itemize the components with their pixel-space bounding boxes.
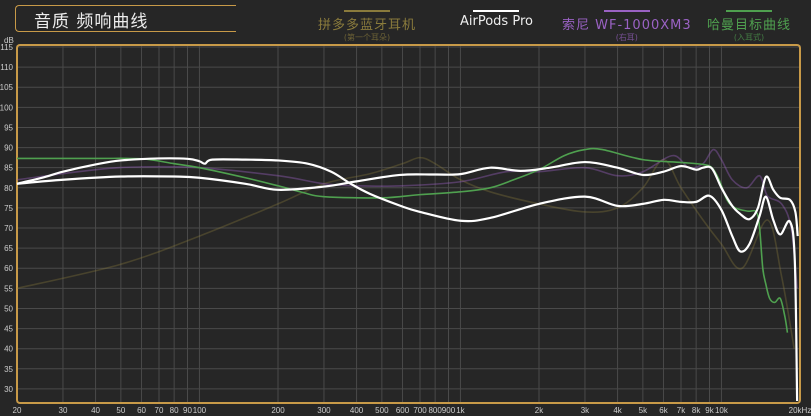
x-tick-label: 10k	[715, 406, 729, 415]
x-tick-label: 2k	[535, 406, 544, 415]
y-tick-label: 85	[4, 164, 13, 173]
y-tick-label: 105	[0, 83, 14, 92]
x-tick-label: 3k	[581, 406, 590, 415]
x-tick-label: 900	[442, 406, 456, 415]
x-tick-label: 80	[170, 406, 179, 415]
x-tick-label: 50	[116, 406, 125, 415]
x-tick-label: 20	[13, 406, 22, 415]
x-tick-label: 200	[271, 406, 285, 415]
x-tick-label: 1k	[456, 406, 465, 415]
y-unit-label: dB	[4, 36, 14, 45]
x-tick-label: 6k	[659, 406, 668, 415]
x-tick-label: 300	[317, 406, 331, 415]
x-tick-label: 70	[155, 406, 164, 415]
x-tick-label: 500	[375, 406, 389, 415]
x-tick-label: 400	[350, 406, 364, 415]
y-tick-label: 40	[4, 345, 13, 354]
x-tick-label: 20kHz	[789, 406, 811, 415]
x-tick-label: 600	[396, 406, 410, 415]
x-tick-label: 9k	[705, 406, 714, 415]
x-tick-label: 8k	[692, 406, 701, 415]
y-tick-label: 30	[4, 385, 13, 394]
y-tick-label: 75	[4, 204, 13, 213]
x-tick-label: 5k	[639, 406, 648, 415]
x-tick-label: 60	[137, 406, 146, 415]
series-line-1	[16, 148, 798, 289]
series-line-3	[16, 157, 799, 402]
y-tick-label: 45	[4, 325, 13, 334]
y-tick-label: 70	[4, 224, 13, 233]
y-tick-label: 95	[4, 123, 13, 132]
x-tick-label: 4k	[613, 406, 622, 415]
frequency-response-chart: 3035404550556065707580859095100105110115…	[0, 36, 811, 415]
y-tick-label: 60	[4, 264, 13, 273]
y-tick-label: 55	[4, 284, 13, 293]
x-tick-label: 40	[91, 406, 100, 415]
y-tick-label: 100	[0, 103, 14, 112]
y-tick-label: 50	[4, 304, 13, 313]
y-tick-label: 35	[4, 365, 13, 374]
y-tick-label: 90	[4, 144, 13, 153]
x-tick-label: 700	[413, 406, 427, 415]
plot-frame	[16, 44, 801, 404]
x-tick-label: 100	[193, 406, 207, 415]
x-tick-label: 30	[59, 406, 68, 415]
x-tick-label: 800	[428, 406, 442, 415]
y-tick-label: 65	[4, 244, 13, 253]
y-tick-label: 110	[0, 63, 13, 72]
y-tick-label: 80	[4, 184, 13, 193]
x-tick-label: 90	[183, 406, 192, 415]
x-tick-label: 7k	[677, 406, 686, 415]
